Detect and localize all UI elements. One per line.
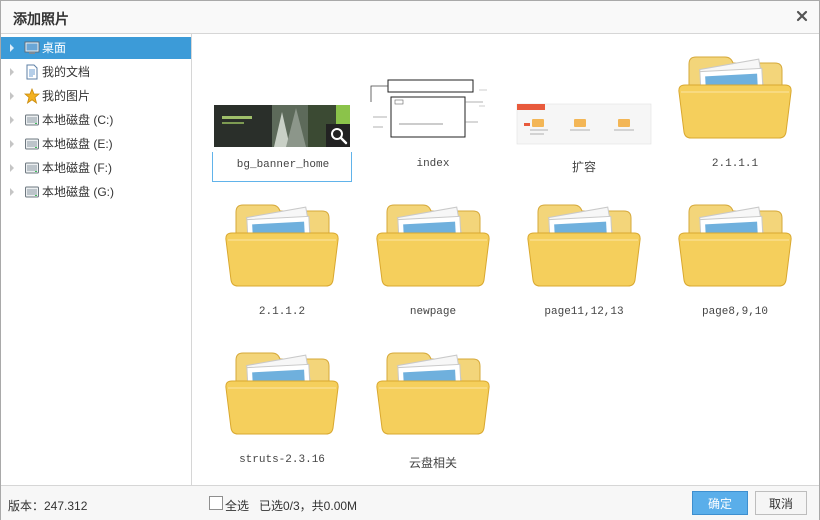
file-tile-bg-banner-home[interactable]: bg_banner_home: [212, 42, 352, 182]
cancel-button[interactable]: 取消: [755, 491, 807, 515]
expand-arrow-icon[interactable]: [10, 116, 14, 124]
file-name: index: [416, 158, 450, 170]
tree-item-label: 本地磁盘 (G:): [42, 185, 114, 199]
folder-tile-page8-9-10[interactable]: page8,9,10: [665, 190, 805, 330]
folder-icon: [225, 204, 339, 287]
image-thumbnail: [514, 42, 654, 152]
expand-arrow-icon[interactable]: [10, 92, 14, 100]
file-tile-expansion[interactable]: 扩容: [514, 42, 654, 182]
file-name: 云盘相关: [408, 456, 457, 470]
disk-icon: [25, 138, 39, 150]
folder-tree: 桌面 我的文档 我的图片 本地磁盘 (C:) 本地磁盘 (E:) 本地磁盘 (F…: [1, 34, 192, 485]
select-all-checkbox[interactable]: [209, 496, 223, 510]
folder-icon: [376, 352, 490, 435]
tree-item-disk-e[interactable]: 本地磁盘 (E:): [1, 133, 191, 155]
tree-item-pictures[interactable]: 我的图片: [1, 85, 191, 107]
tree-item-label: 本地磁盘 (E:): [42, 137, 113, 151]
tree-item-label: 我的图片: [42, 89, 91, 103]
folder-icon: [678, 204, 792, 287]
folder-tile-newpage[interactable]: newpage: [363, 190, 503, 330]
dialog-footer: 版本：247.312 全选 已选0/3，共0.00M 确定 取消: [1, 485, 819, 520]
tree-item-label: 我的文档: [42, 65, 91, 79]
folder-tile-page11-12-13[interactable]: page11,12,13: [514, 190, 654, 330]
image-thumbnail: [212, 42, 352, 152]
disk-icon: [25, 114, 39, 126]
expand-arrow-icon[interactable]: [10, 188, 14, 196]
expand-arrow-icon[interactable]: [10, 164, 14, 172]
file-tile-index[interactable]: index: [363, 42, 503, 182]
selection-status: 已选0/3，共0.00M: [259, 499, 358, 513]
file-name: 扩容: [571, 160, 596, 174]
folder-icon: [678, 56, 792, 139]
tree-item-label: 桌面: [42, 41, 67, 55]
document-icon: [26, 64, 38, 80]
folder-tile-2-1-1-2[interactable]: 2.1.1.2: [212, 190, 352, 330]
file-name: struts-2.3.16: [239, 454, 325, 466]
version-label: 版本：247.312: [8, 499, 88, 513]
expand-arrow-icon[interactable]: [10, 68, 14, 76]
folder-icon: [376, 204, 490, 287]
disk-icon: [25, 186, 39, 198]
tree-item-desktop[interactable]: 桌面: [1, 37, 191, 59]
expand-arrow-icon[interactable]: [10, 44, 14, 52]
dialog-title: 添加照片: [13, 11, 69, 27]
file-name: newpage: [409, 306, 457, 318]
tree-item-disk-g[interactable]: 本地磁盘 (G:): [1, 181, 191, 203]
tree-item-disk-c[interactable]: 本地磁盘 (C:): [1, 109, 191, 131]
dialog-titlebar: 添加照片: [1, 1, 819, 34]
file-grid: bg_banner_home index 扩容 2.1.1.1 2.1.1.2 …: [192, 34, 819, 485]
folder-tile-2-1-1-1[interactable]: 2.1.1.1: [665, 42, 805, 182]
folder-tile-cloud-disk[interactable]: 云盘相关: [363, 338, 503, 478]
tree-item-disk-f[interactable]: 本地磁盘 (F:): [1, 157, 191, 179]
confirm-button[interactable]: 确定: [692, 491, 748, 515]
file-name: 2.1.1.1: [711, 158, 759, 170]
tree-item-label: 本地磁盘 (C:): [42, 113, 114, 127]
desktop-icon: [24, 41, 40, 54]
file-name: 2.1.1.2: [258, 306, 306, 318]
folder-icon: [527, 204, 641, 287]
file-name: bg_banner_home: [236, 159, 330, 171]
folder-icon: [225, 352, 339, 435]
close-icon[interactable]: [795, 9, 809, 23]
file-name: page11,12,13: [544, 306, 624, 318]
expand-arrow-icon[interactable]: [10, 140, 14, 148]
image-thumbnail: [363, 42, 503, 152]
folder-tile-struts[interactable]: struts-2.3.16: [212, 338, 352, 478]
tree-item-label: 本地磁盘 (F:): [42, 161, 112, 175]
select-all-label[interactable]: 全选: [225, 497, 249, 514]
star-folder-icon: [24, 88, 40, 104]
tree-item-documents[interactable]: 我的文档: [1, 61, 191, 83]
add-photo-dialog: 添加照片 桌面 我的文档 我的图片 本地磁盘 (C:) 本地磁盘 (E:) 本地…: [0, 0, 820, 520]
disk-icon: [25, 162, 39, 174]
file-name: page8,9,10: [701, 306, 768, 318]
